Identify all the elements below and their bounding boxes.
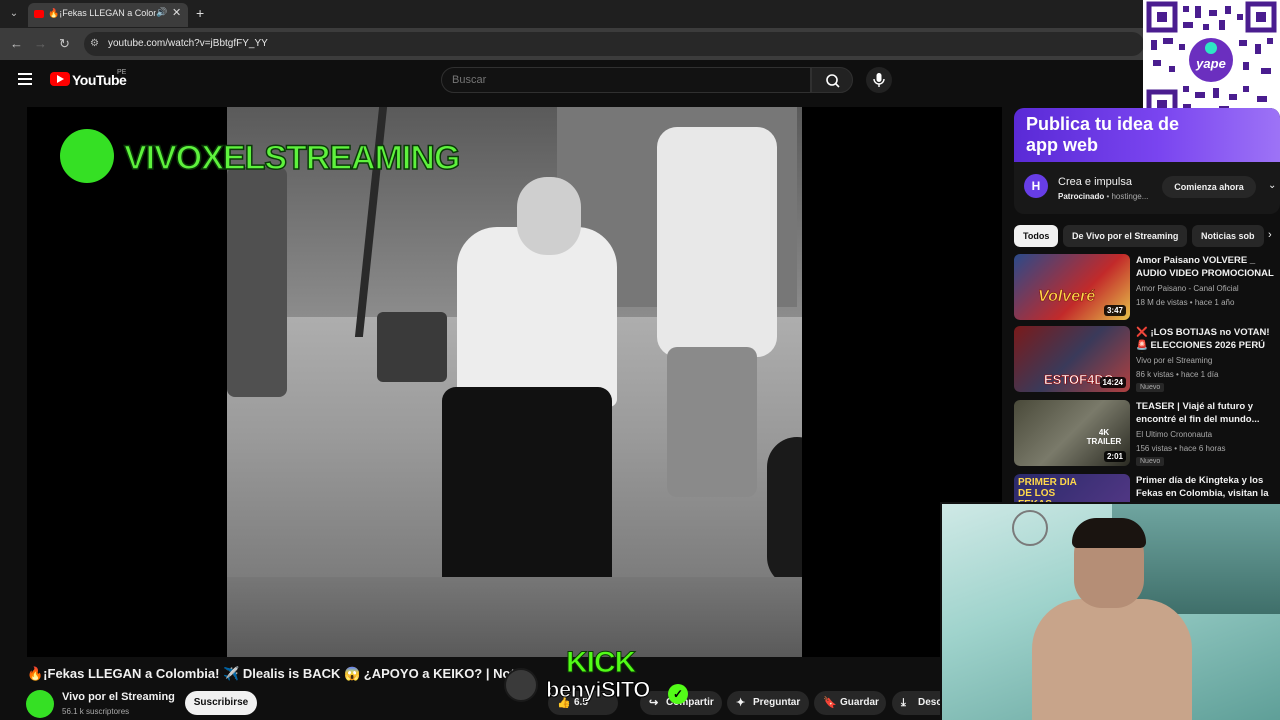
thumbnail-text: 4K TRAILER [1086, 428, 1122, 446]
list-item[interactable]: ESTOF4DO 14:24 ❌ ¡LOS BOTIJAS no VOTAN! … [1014, 326, 1280, 396]
save-button[interactable]: 🔖 Guardar [814, 691, 886, 715]
new-tab-icon[interactable]: + [196, 5, 204, 21]
microphone-icon [873, 73, 885, 87]
search-input[interactable] [452, 74, 792, 86]
search-icon [826, 74, 840, 88]
video-meta: 86 k vistas • hace 1 día [1136, 370, 1219, 379]
channel-name[interactable]: El Ultimo Crononauta [1136, 430, 1212, 439]
youtube-header: YouTube PE [0, 60, 1140, 100]
chevron-right-icon[interactable]: › [1268, 229, 1272, 241]
hamburger-menu-icon[interactable] [18, 73, 32, 85]
youtube-favicon-icon [34, 10, 44, 18]
forward-icon[interactable]: → [34, 36, 47, 51]
browser-tab[interactable]: 🔥¡Fekas LLEGAN a Colombia 🔊 ✕ [28, 3, 188, 27]
browser-address-bar: ← → ↻ ⚙ youtube.com/watch?v=jBbtgfFY_YY [0, 28, 1280, 60]
url-field[interactable]: ⚙ youtube.com/watch?v=jBbtgfFY_YY [84, 32, 1144, 56]
download-label: Desc [918, 697, 942, 708]
tab-search-chevron-icon[interactable]: ⌄ [6, 6, 22, 22]
site-info-icon[interactable]: ⚙ [90, 38, 102, 50]
video-player[interactable]: VIVOXELSTREAMING [27, 107, 1002, 657]
save-label: Guardar [840, 697, 879, 708]
reload-icon[interactable]: ↻ [59, 36, 70, 52]
list-item[interactable]: 4K TRAILER 2:01 TEASER | Viajé al futuro… [1014, 400, 1280, 470]
ad-cta-button[interactable]: Comienza ahora [1162, 176, 1256, 198]
channel-name[interactable]: Amor Paisano - Canal Oficial [1136, 284, 1239, 293]
streamer-avatar [504, 668, 538, 702]
channel-name[interactable]: Vivo por el Streaming [62, 691, 175, 703]
hostinger-logo-icon: H [1024, 174, 1048, 198]
thumbnail-text: PRIMER DIA DE LOS FEKAS [1018, 477, 1077, 502]
chip-from-channel[interactable]: De Vivo por el Streaming [1063, 225, 1188, 247]
speaker-icon[interactable]: 🔊 [156, 7, 167, 18]
video-title[interactable]: Primer día de Kingteka y los Fekas en Co… [1136, 474, 1278, 501]
youtube-logo-icon[interactable] [50, 72, 70, 86]
chevron-down-icon[interactable]: ⌄ [1268, 180, 1276, 191]
ad-advertiser: hostinge... [1111, 192, 1149, 201]
ad-headline: Publica tu idea de app web [1026, 114, 1180, 155]
video-title[interactable]: Amor Paisano VOLVERE _ AUDIO VIDEO PROMO… [1136, 254, 1278, 281]
person-hair [1072, 518, 1146, 548]
bookmark-icon: 🔖 [823, 697, 837, 709]
chip-news[interactable]: Noticias sob [1192, 225, 1264, 247]
sparkle-icon: ✦ [736, 697, 746, 709]
watermark-logo-icon [60, 129, 114, 183]
video-meta: 18 M de vistas • hace 1 año [1136, 298, 1235, 307]
duration-badge: 14:24 [1099, 377, 1126, 388]
video-thumbnail[interactable]: PRIMER DIA DE LOS FEKAS [1014, 474, 1130, 502]
new-badge: Nuevo [1136, 383, 1165, 392]
kick-logo: KICK [565, 646, 636, 680]
thumbnail-text: Volveré [1038, 288, 1096, 306]
channel-avatar[interactable] [26, 690, 54, 718]
fan-shape [1012, 510, 1048, 546]
subscriber-count: 56.1 k suscriptores [62, 707, 130, 716]
duration-badge: 2:01 [1103, 451, 1126, 462]
sponsored-label: Patrocinado [1058, 192, 1105, 201]
ad-sponsor-line: Patrocinado • hostinge... [1058, 192, 1149, 201]
yape-qr-code: yape [1143, 0, 1280, 124]
search-box[interactable] [441, 67, 811, 93]
kick-username: benyiSITO [546, 677, 651, 703]
qr-code-image: yape [1146, 1, 1277, 121]
download-icon: ⤓ [901, 697, 906, 709]
channel-name[interactable]: Vivo por el Streaming [1136, 356, 1212, 365]
sponsored-ad-card[interactable]: Publica tu idea de app web H Crea e impu… [1014, 108, 1280, 214]
ask-label: Preguntar [753, 697, 801, 708]
voice-search-button[interactable] [866, 67, 892, 93]
video-thumbnail[interactable]: ESTOF4DO 14:24 [1014, 326, 1130, 392]
country-code: PE [117, 69, 127, 76]
ad-banner[interactable]: Publica tu idea de app web [1014, 108, 1280, 162]
watermark-text: VIVOXELSTREAMING [123, 138, 461, 178]
duration-badge: 3:47 [1103, 305, 1126, 316]
video-thumbnail[interactable]: Volveré 3:47 [1014, 254, 1130, 320]
close-tab-icon[interactable]: ✕ [172, 6, 181, 19]
video-title[interactable]: ❌ ¡LOS BOTIJAS no VOTAN! 🚨 ELECCIONES 20… [1136, 326, 1278, 353]
video-title[interactable]: TEASER | Viajé al futuro y encontré el f… [1136, 400, 1278, 427]
back-icon[interactable]: ← [10, 36, 23, 51]
video-meta: 156 vistas • hace 6 horas [1136, 444, 1226, 453]
video-title: 🔥¡Fekas LLEGAN a Colombia! ✈️ Dlealis is… [27, 666, 515, 681]
search-button[interactable] [811, 67, 853, 93]
video-frame[interactable] [227, 107, 802, 657]
verified-check-icon: ✓ [668, 684, 688, 704]
subscribe-button[interactable]: Suscribirse [185, 691, 257, 715]
list-item[interactable]: Volveré 3:47 Amor Paisano VOLVERE _ AUDI… [1014, 254, 1280, 324]
svg-text:yape: yape [1195, 56, 1226, 71]
person-body [1032, 599, 1192, 720]
channel-watermark: VIVOXELSTREAMING [60, 129, 461, 185]
video-thumbnail[interactable]: 4K TRAILER 2:01 [1014, 400, 1130, 466]
tab-title: 🔥¡Fekas LLEGAN a Colombia [48, 8, 156, 18]
webcam-overlay [940, 502, 1280, 720]
ask-button[interactable]: ✦ Preguntar [727, 691, 809, 715]
chip-all[interactable]: Todos [1014, 225, 1059, 247]
list-item[interactable]: PRIMER DIA DE LOS FEKAS Primer día de Ki… [1014, 474, 1280, 502]
browser-tab-bar: ⌄ 🔥¡Fekas LLEGAN a Colombia 🔊 ✕ + [0, 0, 1280, 28]
url-text[interactable]: youtube.com/watch?v=jBbtgfFY_YY [108, 38, 268, 49]
new-badge: Nuevo [1136, 457, 1165, 466]
share-icon: ↪ [649, 697, 659, 709]
ad-title[interactable]: Crea e impulsa [1058, 176, 1132, 188]
